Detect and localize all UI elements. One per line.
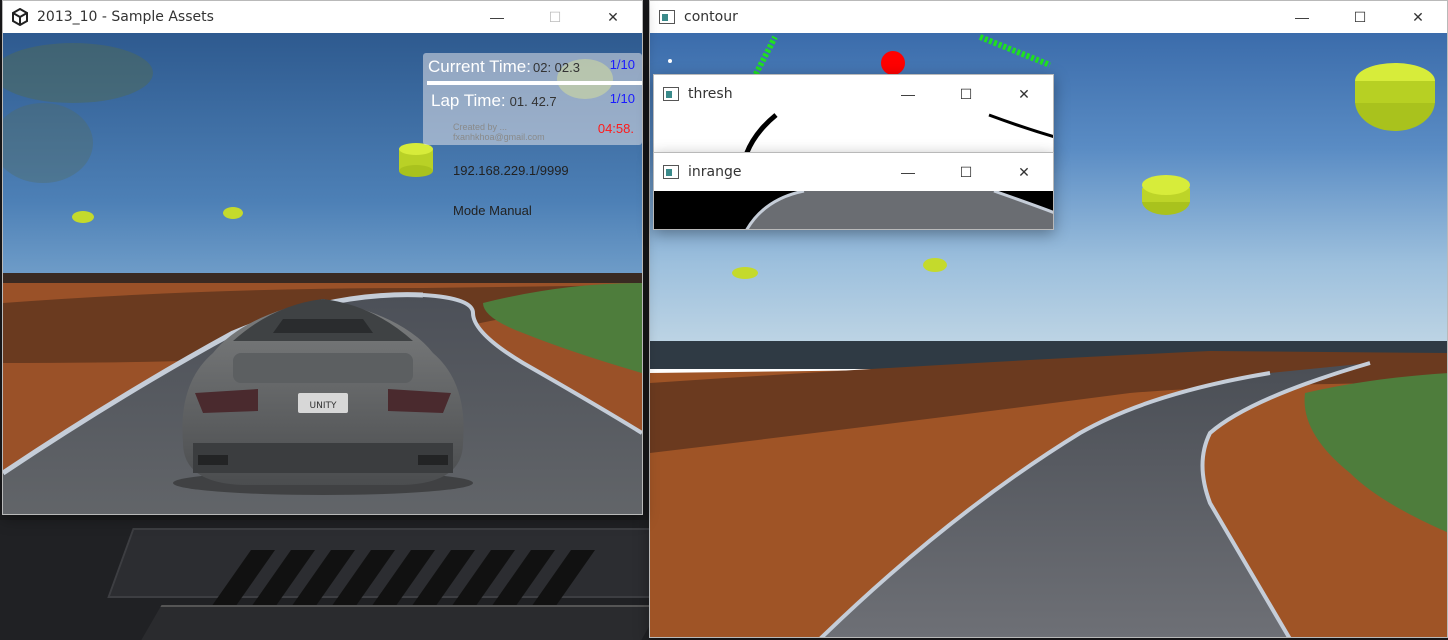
race-hud: Current Time: 02: 02.3 1/10 Lap Time: 01… xyxy=(423,53,642,145)
thresh-titlebar[interactable]: thresh — ☐ ✕ xyxy=(654,75,1053,113)
opencv-window-icon xyxy=(662,163,680,181)
unity-game-window[interactable]: 2013_10 - Sample Assets — ☐ ✕ UNITY Curr… xyxy=(2,0,643,515)
desktop: contour — ☐ ✕ 2013_10 - Sample Assets — … xyxy=(0,0,1448,640)
thresh-window[interactable]: thresh — ☐ ✕ xyxy=(653,74,1054,154)
maximize-button[interactable]: ☐ xyxy=(1331,1,1389,33)
credit-text: Created by ... fxanhkhoa@gmail.com xyxy=(453,122,545,142)
lap-time-value: 01. 42.7 xyxy=(509,94,557,109)
window-title: 2013_10 - Sample Assets xyxy=(37,9,214,25)
minimize-button[interactable]: — xyxy=(879,75,937,113)
contour-titlebar[interactable]: contour — ☐ ✕ xyxy=(650,1,1447,33)
minimize-button[interactable]: — xyxy=(1273,1,1331,33)
drive-mode: Mode Manual xyxy=(453,203,532,218)
window-title: thresh xyxy=(688,86,733,102)
progress-bar xyxy=(427,81,642,85)
inrange-titlebar[interactable]: inrange — ☐ ✕ xyxy=(654,153,1053,191)
maximize-button[interactable]: ☐ xyxy=(937,153,995,191)
close-button[interactable]: ✕ xyxy=(1389,1,1447,33)
lap-time-label: Lap Time: xyxy=(431,91,506,110)
threshold-image xyxy=(654,113,1053,153)
current-time-label: Current Time: xyxy=(428,57,531,76)
opencv-window-icon xyxy=(662,85,680,103)
current-time-value: 02: 02.3 xyxy=(532,60,580,75)
lap-count: 1/10 xyxy=(609,91,635,106)
ip-address: 192.168.229.1/9999 xyxy=(453,163,569,178)
license-plate: UNITY xyxy=(310,401,337,411)
minimize-button[interactable]: — xyxy=(879,153,937,191)
inrange-window[interactable]: inrange — ☐ ✕ xyxy=(653,152,1054,230)
current-lap: 1/10 xyxy=(609,57,635,72)
maximize-button[interactable]: ☐ xyxy=(526,1,584,33)
opencv-window-icon xyxy=(658,8,676,26)
window-title: contour xyxy=(684,9,738,25)
inrange-image xyxy=(654,191,1053,229)
close-button[interactable]: ✕ xyxy=(995,153,1053,191)
unity-logo-icon xyxy=(11,8,29,26)
unity-titlebar[interactable]: 2013_10 - Sample Assets — ☐ ✕ xyxy=(3,1,642,33)
minimize-button[interactable]: — xyxy=(468,1,526,33)
countdown-timer: 04:58. xyxy=(597,121,634,136)
close-button[interactable]: ✕ xyxy=(584,1,642,33)
close-button[interactable]: ✕ xyxy=(995,75,1053,113)
window-title: inrange xyxy=(688,164,742,180)
game-view[interactable]: UNITY Current Time: 02: 02.3 1/10 Lap Ti… xyxy=(3,33,642,514)
maximize-button[interactable]: ☐ xyxy=(937,75,995,113)
target-dot xyxy=(881,51,905,75)
desktop-background xyxy=(0,520,650,640)
